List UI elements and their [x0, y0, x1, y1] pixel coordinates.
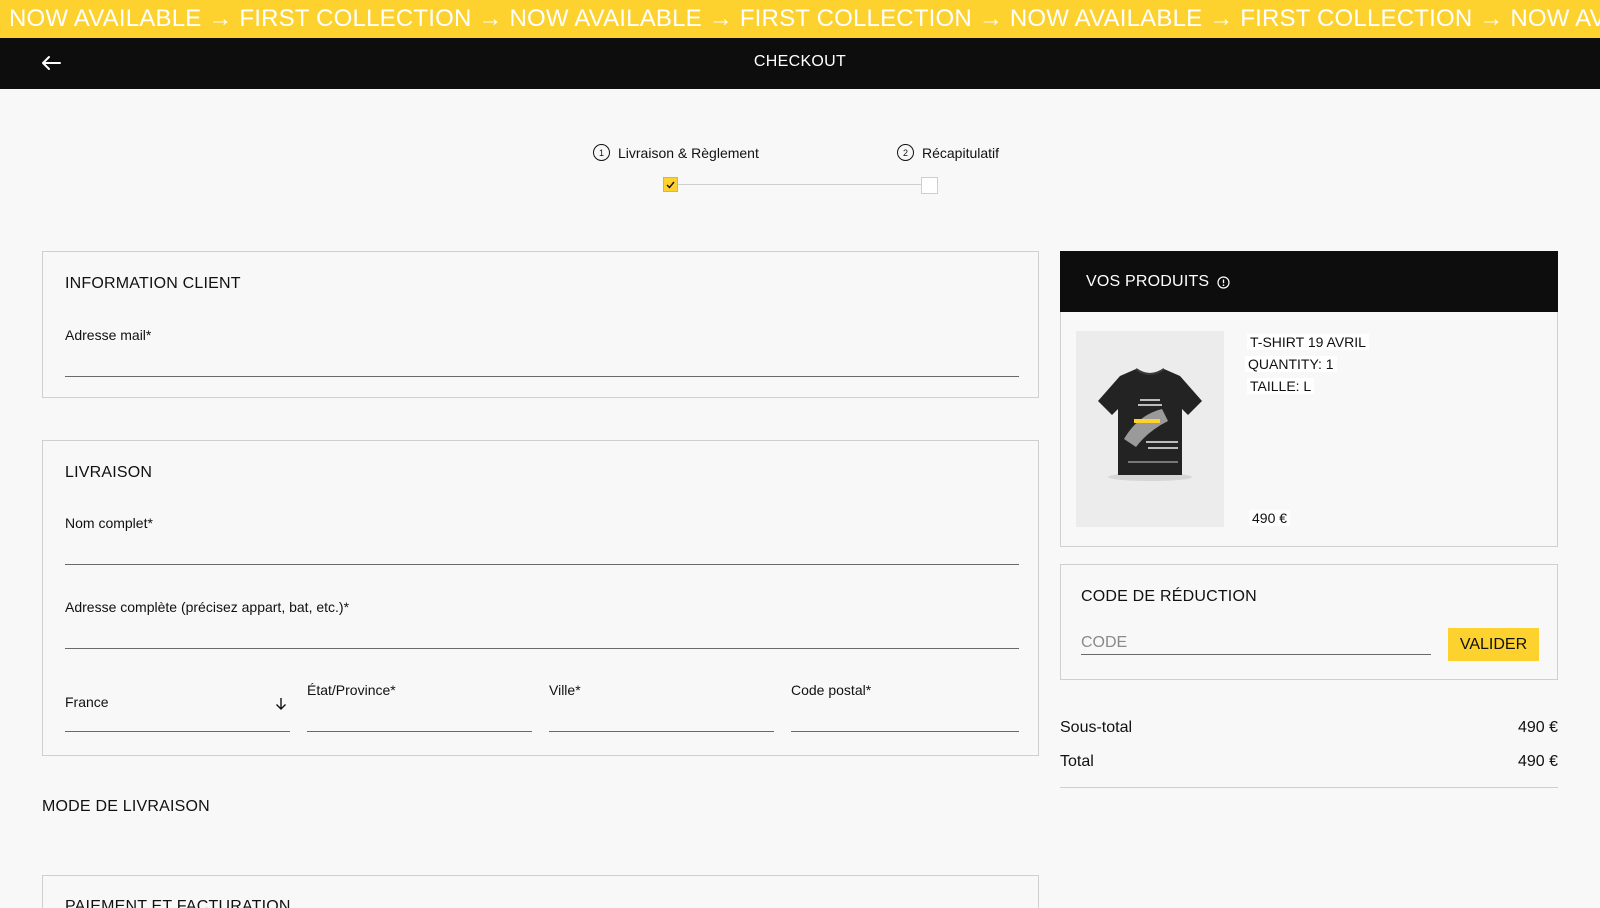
- summary-divider: [1060, 787, 1558, 788]
- product-image: [1076, 331, 1224, 527]
- step-delivery-payment[interactable]: 1 Livraison & Règlement: [593, 144, 759, 161]
- total-row: Total 490 €: [1060, 753, 1558, 771]
- product-list: T-SHIRT 19 AVRIL QUANTITY: 1 TAILLE: L 4…: [1060, 312, 1558, 547]
- step-2-indicator: [921, 177, 938, 194]
- delivery-section: LIVRAISON Nom complet* Adresse complète …: [42, 440, 1039, 756]
- check-icon: [666, 181, 675, 189]
- city-label: Ville*: [549, 682, 581, 698]
- section-title: CODE DE RÉDUCTION: [1081, 588, 1257, 605]
- step-number: 1: [593, 144, 610, 161]
- discount-code-input[interactable]: [1081, 631, 1431, 655]
- total-value: 490 €: [1517, 753, 1558, 770]
- state-input[interactable]: [307, 702, 532, 730]
- product-price: 490 €: [1249, 510, 1291, 526]
- zip-input[interactable]: [791, 702, 1019, 730]
- subtotal-label: Sous-total: [1060, 719, 1133, 736]
- email-input[interactable]: [65, 348, 1019, 376]
- city-underline: [549, 731, 774, 732]
- zip-underline: [791, 731, 1019, 732]
- country-underline: [65, 731, 290, 732]
- marquee-text: NOW AVAILABLE → FIRST COLLECTION → NOW A…: [9, 5, 1600, 32]
- subtotal-row: Sous-total 490 €: [1060, 719, 1558, 737]
- full-name-underline: [65, 564, 1019, 565]
- page-title: CHECKOUT: [753, 53, 847, 70]
- product-size: TAILLE: L: [1247, 378, 1315, 394]
- address-input[interactable]: [65, 619, 1019, 647]
- step-progress-line: [670, 184, 928, 185]
- step-label: Livraison & Règlement: [618, 144, 759, 161]
- address-label: Adresse complète (précisez appart, bat, …: [65, 599, 350, 615]
- subtotal-value: 490 €: [1517, 719, 1558, 736]
- product-name: T-SHIRT 19 AVRIL: [1247, 334, 1369, 350]
- step-1-indicator-checked: [663, 177, 678, 192]
- section-title: INFORMATION CLIENT: [65, 275, 241, 292]
- total-label: Total: [1060, 753, 1094, 770]
- state-label: État/Province*: [307, 682, 396, 698]
- section-title: LIVRAISON: [65, 464, 153, 481]
- step-number: 2: [897, 144, 914, 161]
- section-title: PAIEMENT ET FACTURATION: [65, 898, 291, 908]
- step-summary[interactable]: 2 Récapitulatif: [897, 144, 999, 161]
- city-input[interactable]: [549, 702, 774, 730]
- checkout-header: CHECKOUT: [0, 38, 1600, 89]
- country-select[interactable]: France: [65, 689, 290, 731]
- arrow-down-icon: [276, 698, 286, 710]
- products-header: VOS PRODUITS: [1060, 251, 1558, 312]
- email-label: Adresse mail*: [65, 327, 152, 343]
- step-label: Récapitulatif: [922, 144, 1000, 161]
- products-title: VOS PRODUITS: [1086, 273, 1210, 290]
- discount-section: CODE DE RÉDUCTION VALIDER: [1060, 564, 1558, 680]
- address-underline: [65, 648, 1019, 649]
- info-icon[interactable]: [1217, 275, 1230, 289]
- announcement-marquee: NOW AVAILABLE → FIRST COLLECTION → NOW A…: [0, 0, 1600, 38]
- shipping-mode-title: MODE DE LIVRAISON: [42, 798, 210, 815]
- payment-section: PAIEMENT ET FACTURATION: [42, 875, 1039, 908]
- client-info-section: INFORMATION CLIENT Adresse mail*: [42, 251, 1039, 398]
- tshirt-image: [1098, 368, 1202, 481]
- state-underline: [307, 731, 532, 732]
- full-name-input[interactable]: [65, 535, 1019, 563]
- email-field-underline: [65, 376, 1019, 377]
- product-quantity: QUANTITY: 1: [1245, 356, 1337, 372]
- full-name-label: Nom complet*: [65, 515, 153, 531]
- zip-label: Code postal*: [791, 682, 872, 698]
- country-value: France: [65, 694, 109, 710]
- apply-discount-button[interactable]: VALIDER: [1448, 628, 1539, 661]
